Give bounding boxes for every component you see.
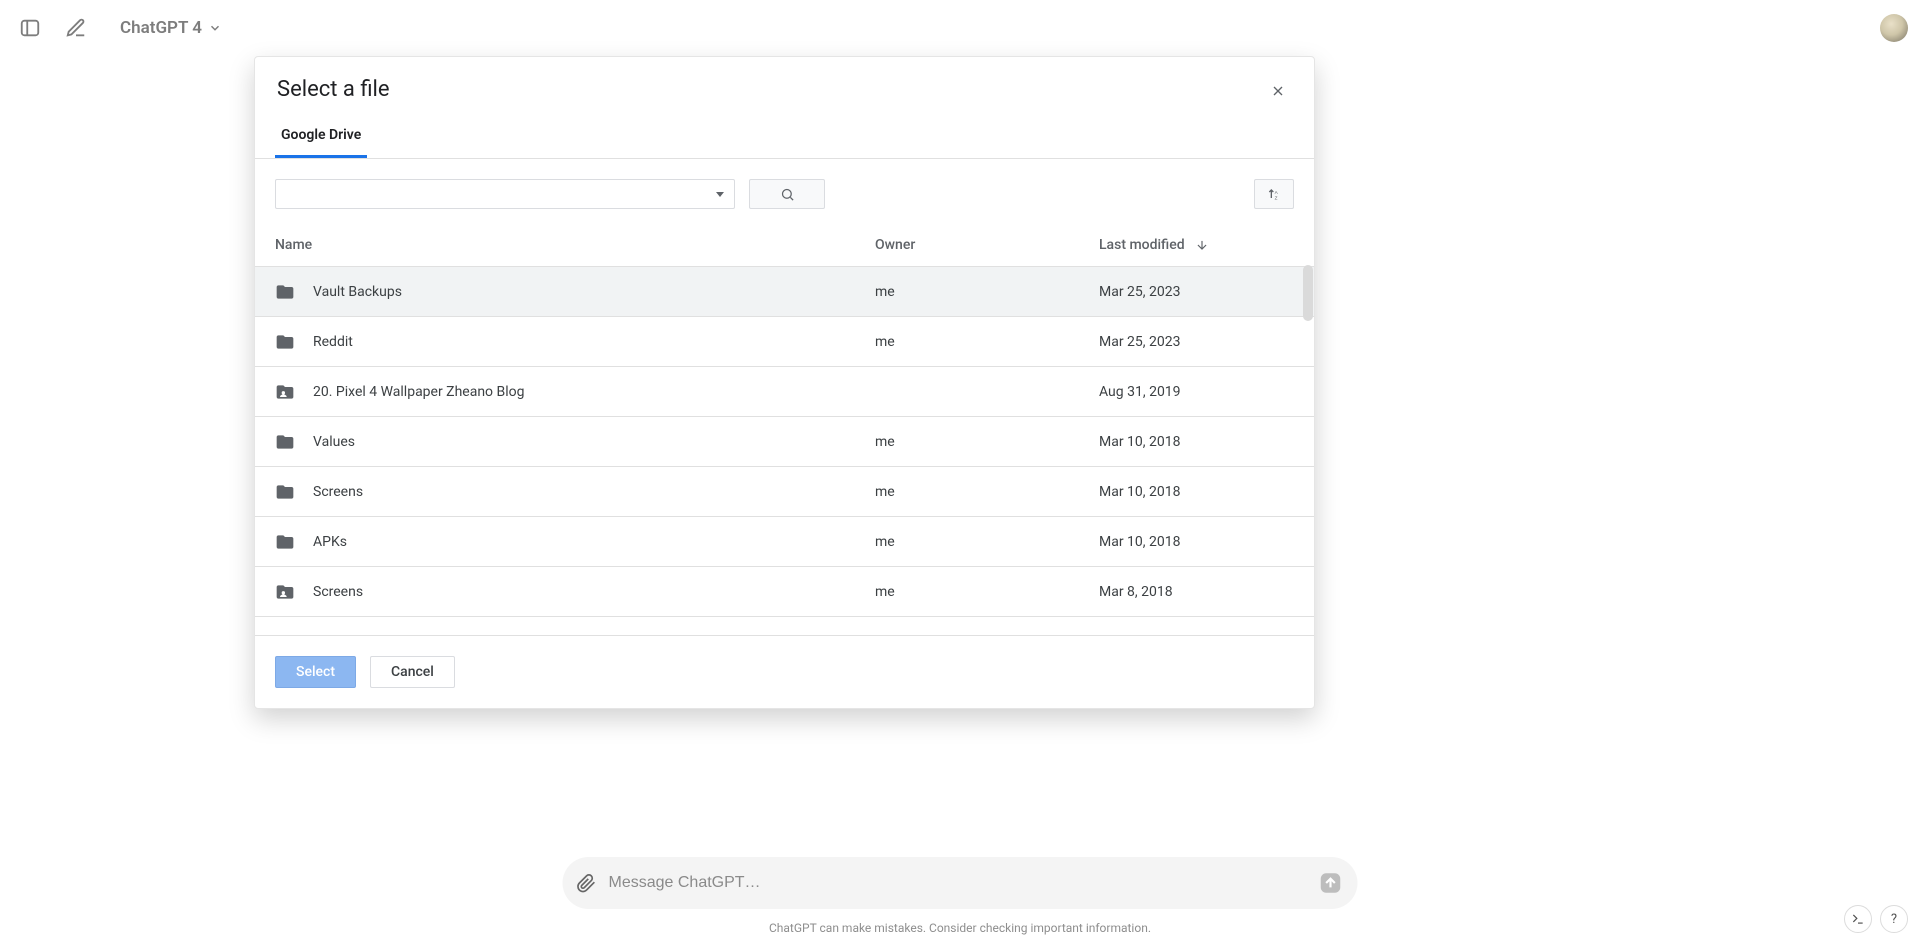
tabs: Google Drive [255, 113, 1314, 159]
help-label: ? [1891, 912, 1897, 927]
file-owner: me [875, 434, 1099, 450]
sort-button[interactable]: A Z [1254, 179, 1294, 209]
col-modified[interactable]: Last modified [1099, 237, 1294, 253]
file-modified: Mar 10, 2018 [1099, 484, 1294, 500]
table-row[interactable]: APKs meMar 10, 2018 [255, 517, 1314, 567]
svg-text:A: A [1275, 190, 1279, 195]
file-modified: Mar 8, 2018 [1099, 584, 1294, 600]
table-row[interactable]: Vault Backups meMar 25, 2023 [255, 267, 1314, 317]
file-modified: Mar 10, 2018 [1099, 534, 1294, 550]
file-name: Vault Backups [313, 284, 402, 300]
file-owner: me [875, 534, 1099, 550]
file-owner: me [875, 334, 1099, 350]
file-name: Screens [313, 484, 363, 500]
file-owner: me [875, 484, 1099, 500]
table-row[interactable]: Screens meMar 10, 2018 [255, 467, 1314, 517]
file-owner: me [875, 584, 1099, 600]
scrollbar-thumb[interactable] [1303, 265, 1313, 321]
search-box[interactable] [275, 179, 735, 209]
folder-icon [275, 282, 295, 302]
tab-google-drive[interactable]: Google Drive [275, 113, 367, 158]
file-table: Name Owner Last modified Vault Backups me… [255, 223, 1314, 635]
attach-icon[interactable] [577, 873, 597, 893]
cancel-button[interactable]: Cancel [370, 656, 455, 688]
svg-text:Z: Z [1275, 195, 1278, 200]
col-name[interactable]: Name [275, 237, 875, 253]
console-button[interactable] [1844, 905, 1872, 933]
modal-title: Select a file [277, 77, 390, 102]
file-name: 20. Pixel 4 Wallpaper Zheano Blog [313, 384, 524, 400]
table-row[interactable]: Screens meMar 8, 2018 [255, 567, 1314, 617]
model-selector[interactable]: ChatGPT 4 [120, 18, 222, 38]
folder-icon [275, 532, 295, 552]
file-modified: Aug 31, 2019 [1099, 384, 1294, 400]
file-name: Screens [313, 584, 363, 600]
help-button[interactable]: ? [1880, 905, 1908, 933]
file-modified: Mar 25, 2023 [1099, 334, 1294, 350]
send-icon[interactable] [1318, 870, 1344, 896]
file-name: Values [313, 434, 355, 450]
footer-note: ChatGPT can make mistakes. Consider chec… [0, 921, 1920, 935]
new-chat-button[interactable] [58, 10, 94, 46]
table-row[interactable]: Reddit meMar 25, 2023 [255, 317, 1314, 367]
chat-input[interactable] [563, 857, 1358, 909]
search-button[interactable] [749, 179, 825, 209]
shared-folder-icon [275, 382, 295, 402]
chevron-down-icon [208, 21, 222, 35]
picker-toolbar: A Z [255, 159, 1314, 223]
search-input[interactable] [286, 185, 716, 203]
select-button[interactable]: Select [275, 656, 356, 688]
sidebar-toggle-button[interactable] [12, 10, 48, 46]
close-button[interactable] [1264, 77, 1292, 105]
file-owner: me [875, 284, 1099, 300]
table-row[interactable]: Values meMar 10, 2018 [255, 417, 1314, 467]
folder-icon [275, 332, 295, 352]
col-modified-label: Last modified [1099, 237, 1185, 253]
shared-folder-icon [275, 582, 295, 602]
file-name: APKs [313, 534, 347, 550]
table-row[interactable]: 20. Pixel 4 Wallpaper Zheano Blog Aug 31,… [255, 367, 1314, 417]
folder-icon [275, 482, 295, 502]
file-modified: Mar 10, 2018 [1099, 434, 1294, 450]
file-picker-modal: Select a file Google Drive A Z Name Owne… [254, 56, 1315, 709]
topbar: ChatGPT 4 [0, 0, 1920, 56]
model-label: ChatGPT 4 [120, 18, 202, 38]
tab-label: Google Drive [281, 127, 361, 143]
chat-text-input[interactable] [607, 873, 1308, 893]
avatar[interactable] [1880, 14, 1908, 42]
col-owner[interactable]: Owner [875, 237, 1099, 253]
arrow-down-icon [1195, 238, 1209, 252]
caret-down-icon [716, 192, 724, 197]
file-name: Reddit [313, 334, 353, 350]
file-modified: Mar 25, 2023 [1099, 284, 1294, 300]
table-header[interactable]: Name Owner Last modified [255, 223, 1314, 267]
folder-icon [275, 432, 295, 452]
modal-footer: Select Cancel [255, 635, 1314, 708]
